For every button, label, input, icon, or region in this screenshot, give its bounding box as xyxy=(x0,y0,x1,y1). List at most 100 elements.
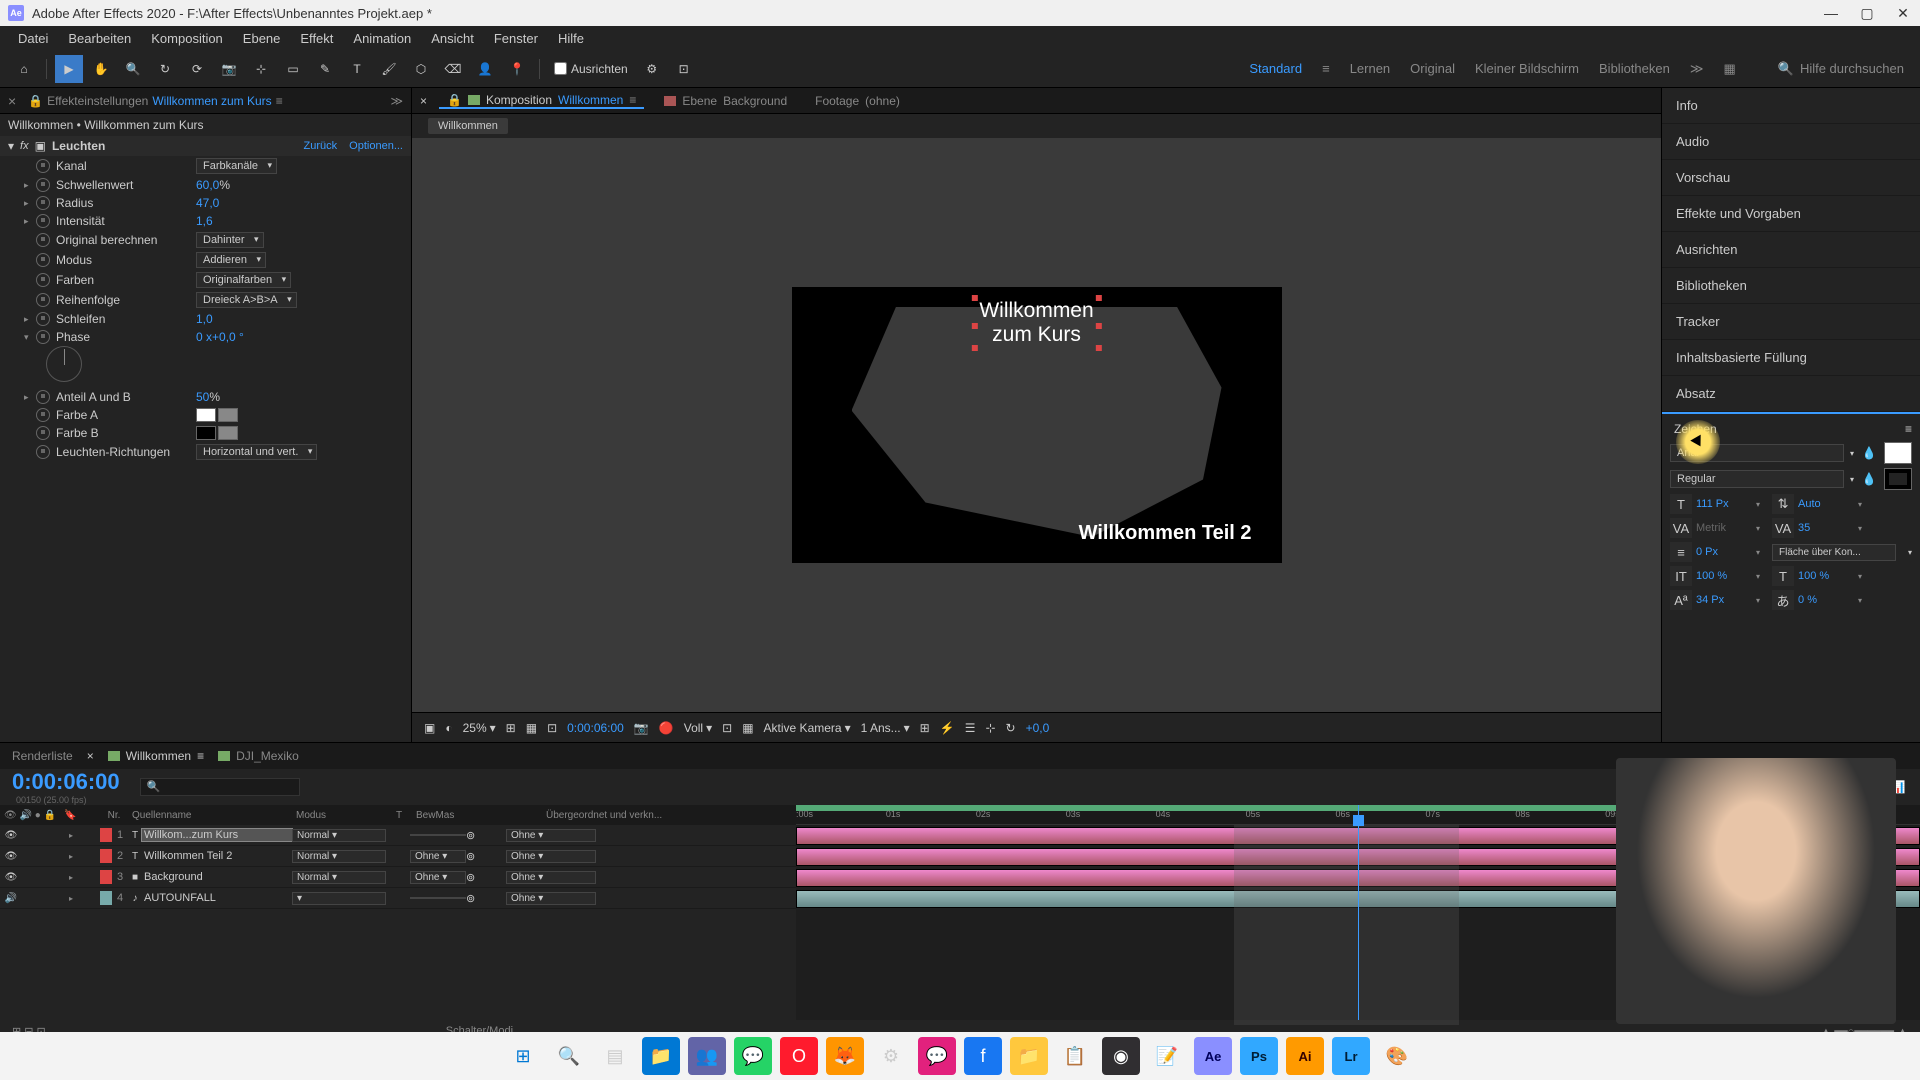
stopwatch-icon[interactable] xyxy=(36,196,50,210)
intensitat-value[interactable]: 1,6 xyxy=(196,214,213,228)
minimize-button[interactable]: — xyxy=(1822,4,1840,22)
reihenfolge-dropdown[interactable]: Dreieck A>B>A xyxy=(196,292,297,308)
menu-ebene[interactable]: Ebene xyxy=(233,31,291,46)
panel-tracker[interactable]: Tracker xyxy=(1662,304,1920,340)
timeline-tab-willkommen[interactable]: Willkommen ≡ xyxy=(108,749,204,763)
view-dropdown[interactable]: 1 Ans... ▾ xyxy=(861,721,910,735)
stopwatch-icon[interactable] xyxy=(36,214,50,228)
fast-icon[interactable]: ⚡ xyxy=(940,721,955,735)
layer-tab-background[interactable]: Ebene Background xyxy=(656,94,795,108)
stroke-eyedropper-icon[interactable]: 💧 xyxy=(1860,470,1878,488)
menu-ansicht[interactable]: Ansicht xyxy=(421,31,484,46)
panel-ausrichten[interactable]: Ausrichten xyxy=(1662,232,1920,268)
twirl-icon[interactable]: ▾ xyxy=(8,139,14,153)
comp-breadcrumb[interactable]: Willkommen xyxy=(428,118,508,134)
snap-options[interactable]: ⚙ xyxy=(638,55,666,83)
phase-dial[interactable] xyxy=(46,346,82,382)
farbe-a-picker[interactable] xyxy=(218,408,238,422)
menu-datei[interactable]: Datei xyxy=(8,31,58,46)
stopwatch-icon[interactable] xyxy=(36,408,50,422)
rotate-tool[interactable]: ⟳ xyxy=(183,55,211,83)
anteil-value[interactable]: 50% xyxy=(196,390,220,404)
stopwatch-icon[interactable] xyxy=(36,390,50,404)
baseline-value[interactable]: 34 Px xyxy=(1696,594,1752,606)
effect-header[interactable]: ▾ fx ▣ Leuchten Zurück Optionen... xyxy=(0,136,411,156)
panel-close-icon[interactable]: × xyxy=(8,93,16,109)
stopwatch-icon[interactable] xyxy=(36,159,50,173)
eyedropper-icon[interactable]: 💧 xyxy=(1860,444,1878,462)
stopwatch-icon[interactable] xyxy=(36,312,50,326)
farbe-b-picker[interactable] xyxy=(218,426,238,440)
workspace-kleiner[interactable]: Kleiner Bildschirm xyxy=(1475,61,1579,76)
vscale-value[interactable]: 100 % xyxy=(1696,570,1752,582)
taskbar-windows-icon[interactable]: ⊞ xyxy=(504,1037,542,1075)
snapshot-icon[interactable]: 📷 xyxy=(634,721,649,735)
taskbar-lr-icon[interactable]: Lr xyxy=(1332,1037,1370,1075)
taskbar-whatsapp-icon[interactable]: 💬 xyxy=(734,1037,772,1075)
kerning-value[interactable]: Metrik xyxy=(1696,522,1752,534)
brush-tool[interactable]: 🖌 xyxy=(375,55,403,83)
taskbar-messenger-icon[interactable]: 💬 xyxy=(918,1037,956,1075)
close-button[interactable]: ✕ xyxy=(1894,4,1912,22)
text-layer-1[interactable]: Willkommen zum Kurs xyxy=(979,299,1093,347)
taskbar-ae-icon[interactable]: Ae xyxy=(1194,1037,1232,1075)
exposure-value[interactable]: +0,0 xyxy=(1026,721,1050,735)
stopwatch-icon[interactable] xyxy=(36,253,50,267)
stopwatch-icon[interactable] xyxy=(36,293,50,307)
panel-vorschau[interactable]: Vorschau xyxy=(1662,160,1920,196)
footage-tab[interactable]: Footage (ohne) xyxy=(807,94,908,108)
taskbar-ps-icon[interactable]: Ps xyxy=(1240,1037,1278,1075)
farbe-b-swatch[interactable] xyxy=(196,426,216,440)
layer-row[interactable]: 👁 ▸ 1 T Willkom...zum Kurs Normal ▾ ⊚ Oh… xyxy=(0,825,796,846)
tab-close-icon[interactable]: × xyxy=(87,749,94,763)
transparency-icon[interactable]: ▦ xyxy=(742,721,753,735)
reset-exposure-icon[interactable]: ↻ xyxy=(1006,721,1016,735)
roi-icon[interactable]: ⊡ xyxy=(722,721,732,735)
taskbar-app1-icon[interactable]: ⚙ xyxy=(872,1037,910,1075)
maximize-button[interactable]: ▢ xyxy=(1858,4,1876,22)
grid-icon[interactable]: ▦ xyxy=(526,721,537,735)
stopwatch-icon[interactable] xyxy=(36,426,50,440)
stopwatch-icon[interactable] xyxy=(36,445,50,459)
layer-row[interactable]: 👁 ▸ 3 ■ Background Normal ▾ Ohne ▾ ⊚ Ohn… xyxy=(0,867,796,888)
rect-tool[interactable]: ▭ xyxy=(279,55,307,83)
home-tool[interactable]: ⌂ xyxy=(10,55,38,83)
font-size-value[interactable]: 111 Px xyxy=(1696,498,1752,510)
taskbar-obs-icon[interactable]: ◉ xyxy=(1102,1037,1140,1075)
current-timecode[interactable]: 0:00:06:00 xyxy=(12,769,120,795)
original-dropdown[interactable]: Dahinter xyxy=(196,232,264,248)
panel-overflow-icon[interactable]: ≫ xyxy=(390,94,403,108)
phase-value[interactable]: 0 x+0,0 ° xyxy=(196,330,244,344)
workspace-menu-icon[interactable]: ▦ xyxy=(1723,61,1735,77)
fill-color-swatch[interactable] xyxy=(1884,442,1912,464)
kanal-dropdown[interactable]: Farbkanäle xyxy=(196,158,277,174)
taskbar-tasks-icon[interactable]: ▤ xyxy=(596,1037,634,1075)
taskbar-facebook-icon[interactable]: f xyxy=(964,1037,1002,1075)
taskbar-opera-icon[interactable]: O xyxy=(780,1037,818,1075)
farbe-a-swatch[interactable] xyxy=(196,408,216,422)
camera-tool[interactable]: 📷 xyxy=(215,55,243,83)
effect-options[interactable]: Optionen... xyxy=(349,140,403,152)
workspace-standard[interactable]: Standard xyxy=(1249,61,1302,76)
pixel-icon[interactable]: ⊞ xyxy=(920,721,930,735)
richtungen-dropdown[interactable]: Horizontal und vert. xyxy=(196,444,317,460)
taskbar-search-icon[interactable]: 🔍 xyxy=(550,1037,588,1075)
puppet-tool[interactable]: 📍 xyxy=(503,55,531,83)
mask-icon[interactable]: ▣ xyxy=(424,721,435,735)
guides-icon[interactable]: ⊡ xyxy=(547,721,557,735)
leading-value[interactable]: Auto xyxy=(1798,498,1854,510)
eraser-tool[interactable]: ⌫ xyxy=(439,55,467,83)
menu-komposition[interactable]: Komposition xyxy=(141,31,233,46)
orbit-tool[interactable]: ↻ xyxy=(151,55,179,83)
menu-bearbeiten[interactable]: Bearbeiten xyxy=(58,31,141,46)
panel-audio[interactable]: Audio xyxy=(1662,124,1920,160)
stopwatch-icon[interactable] xyxy=(36,233,50,247)
panel-absatz[interactable]: Absatz xyxy=(1662,376,1920,412)
effects-tab[interactable]: 🔒 Effekteinstellungen Willkommen zum Kur… xyxy=(20,94,291,108)
taskbar-app3-icon[interactable]: 🎨 xyxy=(1378,1037,1416,1075)
stopwatch-icon[interactable] xyxy=(36,330,50,344)
current-time[interactable]: 0:00:06:00 xyxy=(567,721,624,735)
taskbar-firefox-icon[interactable]: 🦊 xyxy=(826,1037,864,1075)
font-style-dropdown[interactable]: Regular xyxy=(1670,470,1844,488)
menu-hilfe[interactable]: Hilfe xyxy=(548,31,594,46)
